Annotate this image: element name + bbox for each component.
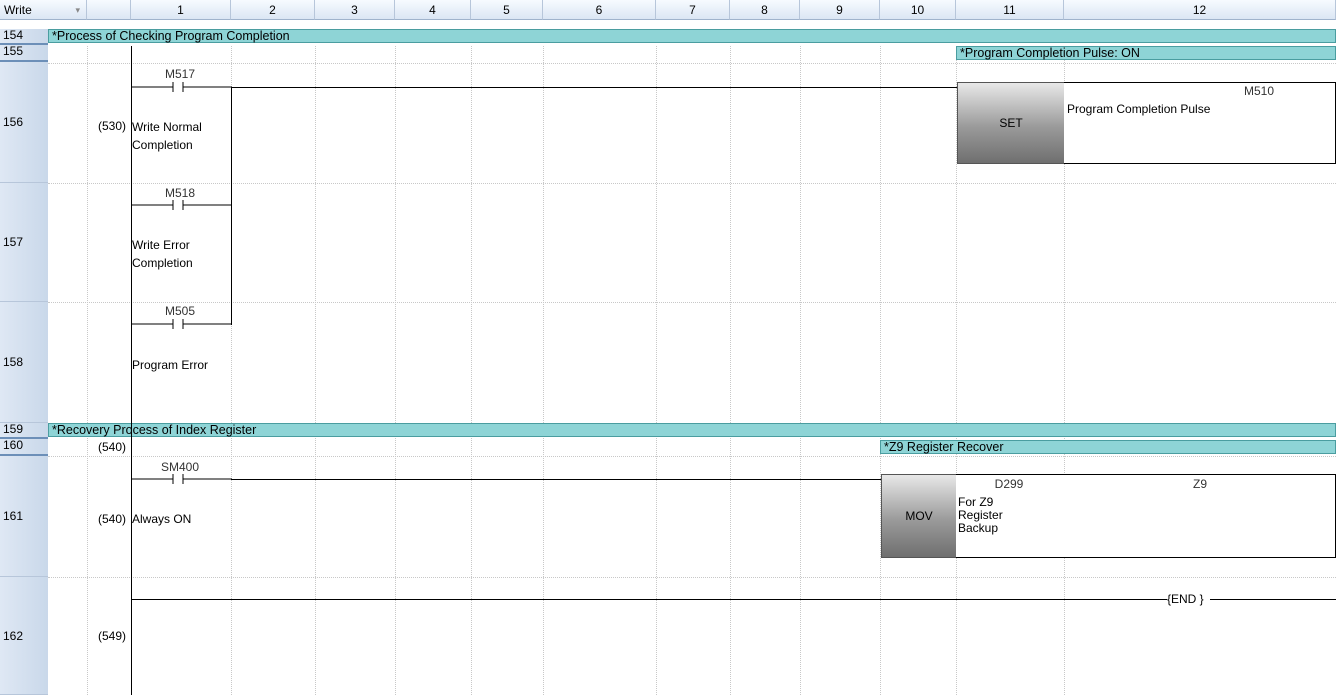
row-header-162[interactable]: 162 — [0, 577, 48, 695]
row-header-155[interactable]: 155 — [0, 45, 48, 62]
wire — [1210, 599, 1336, 600]
contact-comment: Write Error Completion — [132, 238, 193, 270]
contact-no-icon[interactable] — [131, 82, 232, 92]
or-branch-wire — [231, 87, 232, 325]
contact-device-m518: M518 — [164, 186, 196, 200]
wire — [1064, 82, 1336, 83]
statement-160[interactable]: *Z9 Register Recover — [880, 440, 1336, 454]
column-header-10: 10 — [880, 0, 956, 20]
column-header-11: 11 — [956, 0, 1064, 20]
column-header-9: 9 — [800, 0, 880, 20]
column-header-5: 5 — [471, 0, 543, 20]
mov-destination-operand: Z9 — [1192, 477, 1207, 491]
column-header-1 — [87, 0, 131, 20]
step-number: (549) — [97, 629, 126, 643]
set-operand-comment: Program Completion Pulse — [1067, 102, 1211, 116]
contact-comment: Program Error — [132, 358, 209, 372]
column-header-4: 4 — [395, 0, 471, 20]
contact-no-icon[interactable] — [131, 319, 232, 329]
set-operand: M510 — [1243, 84, 1274, 98]
column-header-2: 2 — [231, 0, 315, 20]
dropdown-icon[interactable]: ▾ — [75, 0, 80, 20]
mov-instruction[interactable]: MOV — [881, 474, 957, 558]
set-instruction[interactable]: SET — [957, 82, 1065, 164]
column-header-12: 12 — [1064, 0, 1336, 20]
mov-source-comment: For Z9 Register Backup — [958, 495, 1003, 535]
write-mode-label: Write ▾ — [0, 0, 87, 20]
row-header-160[interactable]: 160 — [0, 439, 48, 456]
wire — [231, 479, 881, 480]
contact-device-m517: M517 — [164, 67, 196, 81]
row-header-158[interactable]: 158 — [0, 302, 48, 423]
contact-comment: Always ON — [132, 512, 192, 526]
column-header-6: 6 — [543, 0, 656, 20]
step-number: (540) — [97, 440, 126, 454]
contact-no-icon[interactable] — [131, 200, 232, 210]
statement-159[interactable]: *Recovery Process of Index Register — [48, 423, 1336, 437]
step-number: (540) — [97, 512, 126, 526]
contact-device-sm400: SM400 — [160, 460, 200, 474]
end-instruction[interactable]: {END } — [1167, 592, 1204, 606]
column-header-3: 3 — [315, 0, 395, 20]
contact-comment: Write Normal Completion — [132, 120, 202, 152]
wire — [956, 474, 1336, 475]
row-header-161[interactable]: 161 — [0, 456, 48, 577]
row-header-156[interactable]: 156 — [0, 62, 48, 183]
statement-155[interactable]: *Program Completion Pulse: ON — [956, 46, 1336, 60]
statement-154[interactable]: *Process of Checking Program Completion — [48, 29, 1336, 43]
contact-device-m505: M505 — [164, 304, 196, 318]
row-header-157[interactable]: 157 — [0, 183, 48, 302]
column-header-1: 1 — [131, 0, 231, 20]
mov-source-operand: D299 — [994, 477, 1024, 491]
contact-no-icon[interactable] — [131, 474, 232, 484]
column-header-7: 7 — [656, 0, 730, 20]
wire — [131, 599, 1167, 600]
row-header-159[interactable]: 159 — [0, 423, 48, 439]
row-header-154[interactable]: 154 — [0, 29, 48, 45]
wire — [231, 87, 957, 88]
step-number: (530) — [97, 119, 126, 133]
column-header-8: 8 — [730, 0, 800, 20]
